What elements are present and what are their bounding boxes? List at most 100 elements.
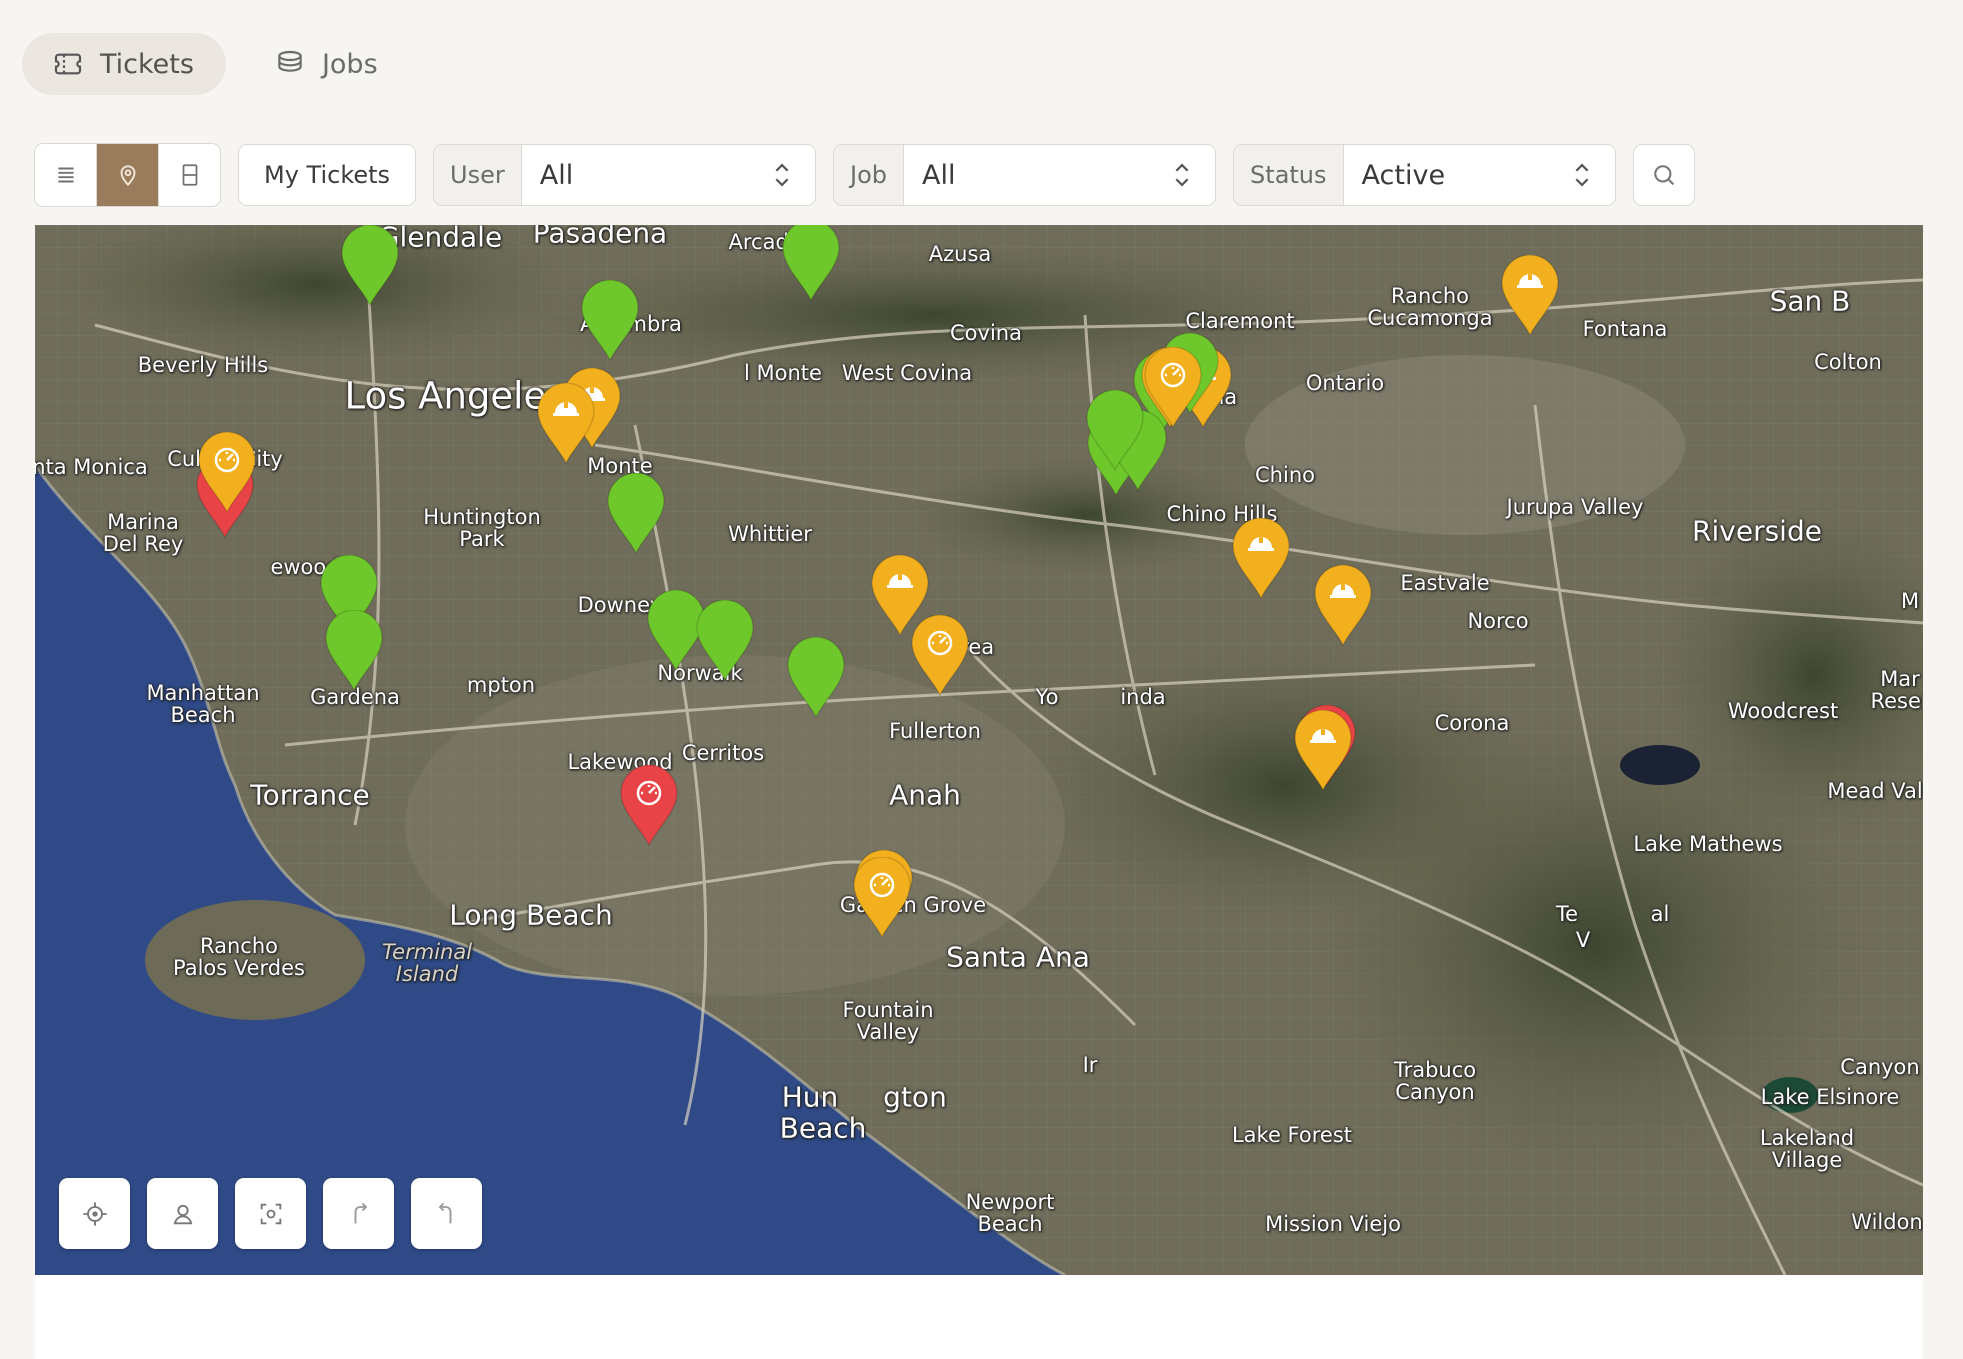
view-mode-switcher [34, 143, 221, 207]
undo-button[interactable] [411, 1178, 482, 1249]
map-label: inda [1120, 684, 1166, 709]
tab-jobs-label: Jobs [321, 48, 378, 80]
my-tickets-button[interactable]: My Tickets [238, 144, 417, 206]
map-label: Te [1555, 901, 1579, 926]
chevron-updown-icon [1175, 163, 1189, 187]
map-label: Chino [1255, 462, 1315, 487]
status-filter-value[interactable]: Active [1344, 145, 1616, 205]
focus-icon [260, 1203, 281, 1224]
map-label: Lakeland Village [1759, 1125, 1855, 1172]
map-pin-green[interactable] [786, 636, 846, 723]
map-label: Colton [1814, 349, 1882, 374]
map-label: Cerritos [681, 740, 765, 765]
locate-icon [82, 1201, 107, 1226]
map-label: Long Beach [449, 898, 613, 932]
user-filter-value-text: All [539, 159, 574, 191]
redo-button[interactable] [323, 1178, 394, 1249]
tab-jobs[interactable]: Jobs [244, 33, 410, 95]
user-location-icon [173, 1204, 192, 1224]
map-label: Anah [889, 778, 961, 812]
map-label: l Monte [744, 360, 822, 385]
map-label: Ir [1082, 1052, 1098, 1077]
map-label: Azusa [928, 241, 992, 266]
job-filter-select[interactable]: Job All [833, 144, 1217, 206]
map-label: M [1900, 588, 1920, 613]
status-filter-label: Status [1234, 145, 1344, 205]
map-label: Corona [1434, 710, 1510, 735]
user-filter-value[interactable]: All [522, 145, 815, 205]
map-pin-green[interactable] [781, 225, 841, 306]
map-label: Manhattan Beach [146, 680, 260, 727]
map-label: nta Monica [35, 454, 148, 479]
map-pin-green[interactable] [695, 599, 755, 686]
redo-icon [354, 1202, 367, 1223]
map-pin-yellow[interactable] [910, 614, 970, 701]
map-label: Huntington Park [423, 504, 541, 551]
map-label: V [1575, 927, 1591, 952]
map-pin-yellow[interactable] [1500, 254, 1560, 341]
map-label: Fullerton [889, 718, 981, 743]
map-label: Mar Reser [1870, 666, 1923, 713]
job-filter-value[interactable]: All [904, 145, 1215, 205]
locate-button[interactable] [59, 1178, 130, 1249]
map-pin-yellow[interactable] [852, 856, 912, 943]
map-label: Newport Beach [965, 1189, 1055, 1236]
map-label: Beverly Hills [137, 352, 269, 377]
search-icon [1654, 165, 1675, 186]
map-pin-yellow[interactable] [1313, 564, 1373, 651]
focus-button[interactable] [235, 1178, 306, 1249]
map-pin-icon [120, 165, 135, 187]
map-pin-green[interactable] [324, 609, 384, 696]
map-label: Hun [781, 1080, 839, 1114]
map-label: Claremont [1185, 308, 1295, 333]
map-label: Lake Mathews [1633, 831, 1783, 856]
map-label: Canyon [1840, 1054, 1920, 1079]
satellite-map-background [35, 225, 1923, 1275]
user-location-button[interactable] [147, 1178, 218, 1249]
map-label: Trabuco Canyon [1393, 1057, 1477, 1104]
user-filter-select[interactable]: User All [433, 144, 817, 206]
map-view-button[interactable] [97, 144, 159, 206]
map-label: Lake Forest [1231, 1122, 1353, 1147]
map-pin-yellow[interactable] [197, 431, 257, 518]
map-label: Eastvale [1400, 570, 1490, 595]
map-pin-yellow[interactable] [536, 382, 596, 469]
map-pin-green[interactable] [580, 279, 640, 366]
map-label: Rancho Palos Verdes [173, 933, 305, 980]
map-label: Whittier [728, 521, 812, 546]
top-tabs: Tickets Jobs [22, 33, 410, 95]
search-button[interactable] [1633, 144, 1696, 206]
user-filter-label: User [434, 145, 522, 205]
map-label: Covina [950, 320, 1022, 345]
undo-icon [438, 1202, 451, 1223]
ticket-icon [54, 53, 82, 75]
map-footer-area [35, 1275, 1923, 1359]
map-label: Pasadena [532, 225, 668, 250]
split-view-icon [182, 164, 197, 186]
map-label: Fontana [1582, 316, 1668, 341]
map-label: West Covina [841, 360, 973, 385]
map-pin-red[interactable] [619, 764, 679, 851]
list-view-button[interactable] [35, 144, 97, 206]
map-label: Los Angeles [344, 374, 566, 418]
map-label: al [1650, 901, 1670, 926]
tab-tickets[interactable]: Tickets [22, 33, 226, 95]
chevron-updown-icon [1575, 163, 1589, 187]
map-label: gton [883, 1080, 947, 1114]
map-label: Marina Del Rey [102, 509, 184, 556]
map-pin-yellow[interactable] [1231, 517, 1291, 604]
split-view-button[interactable] [159, 144, 220, 206]
map-pin-yellow[interactable] [1293, 709, 1353, 796]
map-label: Rancho Cucamonga [1367, 283, 1493, 330]
map-view[interactable]: Glendale Pasadena Arcadia Azusa Alhambra… [35, 225, 1923, 1275]
filter-toolbar: My Tickets User All Job All Status Activ… [34, 143, 1696, 207]
map-pin-green[interactable] [340, 225, 400, 311]
map-label: Santa Ana [946, 940, 1090, 974]
chevron-updown-icon [775, 163, 789, 187]
map-pin-green[interactable] [606, 472, 666, 559]
map-pin-green[interactable] [1085, 389, 1145, 476]
map-label: Woodcrest [1727, 698, 1839, 723]
map-pin-yellow[interactable] [1143, 346, 1203, 433]
status-filter-select[interactable]: Status Active [1233, 144, 1617, 206]
map-label: mpton [466, 672, 536, 697]
